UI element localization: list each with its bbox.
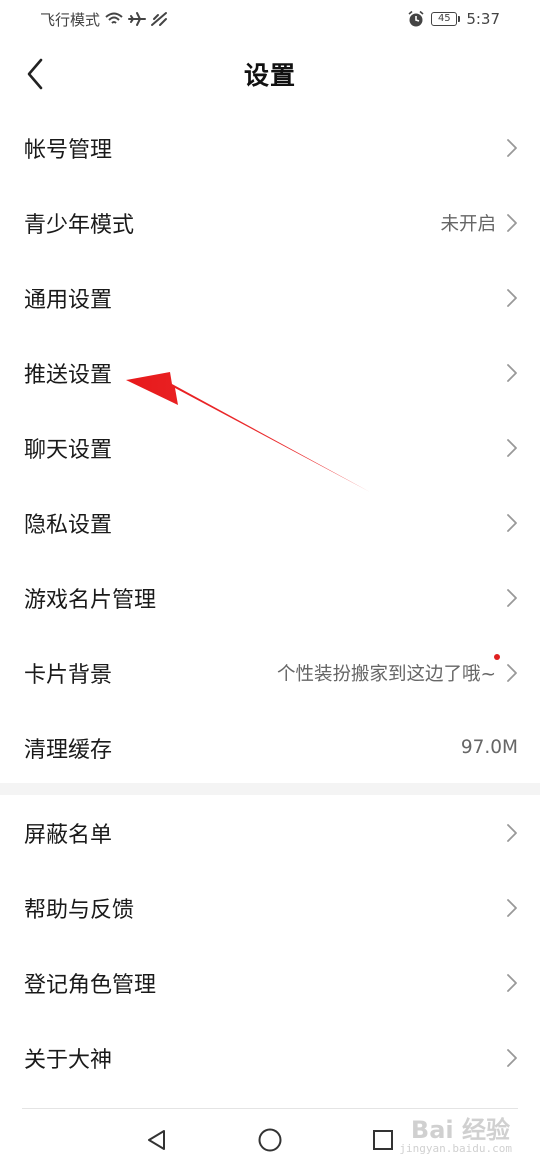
settings-item-label: 帐号管理 [24, 137, 113, 163]
airplane-mode-text: 飞行模式 [40, 10, 101, 29]
chevron-right-icon [507, 973, 517, 992]
settings-item-value: 未开启 [440, 213, 496, 235]
section-divider [0, 783, 540, 795]
battery-icon: 45 [431, 12, 461, 26]
chevron-right-icon [507, 898, 517, 917]
settings-item-label: 关于大神 [24, 1047, 113, 1073]
settings-item-label: 游戏名片管理 [24, 587, 157, 613]
settings-list-main: 帐号管理 青少年模式 未开启 通用设置 推送设置 聊天设置 隐私设置 游戏名片管… [0, 110, 540, 785]
nav-divider [22, 1108, 518, 1109]
chevron-right-icon [507, 663, 517, 682]
battery-level: 45 [431, 12, 458, 26]
settings-item-teen-mode[interactable]: 青少年模式 未开启 [0, 185, 540, 260]
card-bg-hint-text: 个性装扮搬家到这边了哦~ [276, 663, 496, 685]
system-recents-button[interactable] [363, 1120, 403, 1160]
settings-item-game-card[interactable]: 游戏名片管理 [0, 560, 540, 635]
chevron-right-icon [507, 823, 517, 842]
settings-item-label: 屏蔽名单 [24, 822, 113, 848]
settings-item-label: 帮助与反馈 [24, 897, 135, 923]
page-title: 设置 [243, 61, 296, 90]
chevron-right-icon [507, 1048, 517, 1067]
system-home-button[interactable] [250, 1120, 290, 1160]
settings-item-privacy[interactable]: 隐私设置 [0, 485, 540, 560]
settings-list-secondary: 屏蔽名单 帮助与反馈 登记角色管理 关于大神 [0, 795, 540, 1095]
settings-item-block-list[interactable]: 屏蔽名单 [0, 795, 540, 870]
settings-item-label: 聊天设置 [24, 437, 113, 463]
chevron-left-icon [27, 58, 43, 90]
no-signal-icon [151, 12, 168, 26]
system-back-button[interactable] [137, 1120, 177, 1160]
settings-item-account[interactable]: 帐号管理 [0, 110, 540, 185]
chevron-right-icon [507, 288, 517, 307]
settings-item-push[interactable]: 推送设置 [0, 335, 540, 410]
settings-item-general[interactable]: 通用设置 [0, 260, 540, 335]
watermark-url: jingyan.baidu.com [399, 1142, 512, 1155]
settings-item-clear-cache[interactable]: 清理缓存 97.0M [0, 710, 540, 785]
alarm-icon [408, 10, 424, 27]
settings-item-label: 卡片背景 [24, 662, 113, 688]
home-circle-icon [258, 1128, 282, 1152]
clock: 5:37 [466, 10, 500, 28]
back-button[interactable] [18, 54, 52, 94]
settings-item-label: 隐私设置 [24, 512, 113, 538]
status-right: 45 5:37 [407, 10, 500, 28]
chevron-right-icon [507, 513, 517, 532]
chevron-right-icon [507, 363, 517, 382]
back-triangle-icon [147, 1130, 165, 1150]
status-left: 飞行模式 [40, 9, 168, 30]
settings-item-about[interactable]: 关于大神 [0, 1020, 540, 1095]
settings-item-label: 推送设置 [24, 362, 113, 388]
airplane-icon [128, 12, 147, 26]
watermark-logo: Bai 经验 [410, 1116, 510, 1144]
chevron-right-icon [507, 213, 517, 232]
cache-size-value: 97.0M [460, 737, 518, 758]
settings-item-label: 清理缓存 [24, 737, 113, 763]
settings-item-chat[interactable]: 聊天设置 [0, 410, 540, 485]
status-bar: 飞行模式 45 5:37 [0, 0, 540, 38]
chevron-right-icon [507, 588, 517, 607]
settings-item-card-bg[interactable]: 卡片背景 个性装扮搬家到这边了哦~ [0, 635, 540, 710]
settings-item-role-manage[interactable]: 登记角色管理 [0, 945, 540, 1020]
settings-item-label: 通用设置 [24, 287, 113, 313]
settings-item-value: 个性装扮搬家到这边了哦~ [276, 653, 500, 686]
chevron-right-icon [507, 438, 517, 457]
recents-square-icon [373, 1130, 394, 1150]
header: 设置 [0, 38, 540, 110]
wifi-icon [105, 12, 123, 24]
settings-item-help[interactable]: 帮助与反馈 [0, 870, 540, 945]
red-dot-badge [494, 653, 500, 660]
settings-item-label: 青少年模式 [24, 212, 135, 238]
chevron-right-icon [507, 138, 517, 157]
settings-item-label: 登记角色管理 [24, 972, 157, 998]
